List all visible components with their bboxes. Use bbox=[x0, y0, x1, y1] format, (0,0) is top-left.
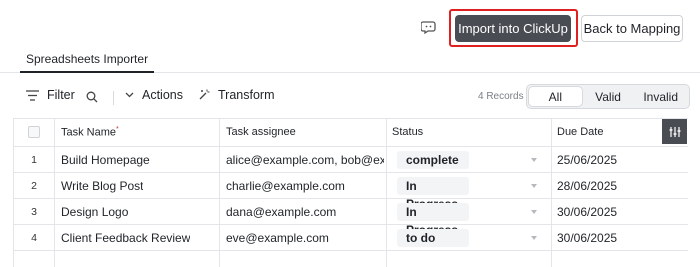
status-select[interactable]: In Progress bbox=[397, 177, 469, 211]
segment-invalid[interactable]: Invalid bbox=[634, 87, 687, 106]
top-bar: Import into ClickUp Back to Mapping bbox=[0, 0, 700, 48]
search-icon bbox=[86, 91, 98, 103]
due-date-cell[interactable]: 25/06/2025 bbox=[557, 153, 617, 167]
column-settings-button[interactable] bbox=[662, 119, 687, 144]
status-select[interactable]: complete bbox=[397, 151, 469, 169]
chevron-down-icon bbox=[125, 92, 134, 98]
actions-button[interactable]: Actions bbox=[125, 88, 183, 102]
import-into-clickup-button[interactable]: Import into ClickUp bbox=[455, 15, 571, 42]
column-header-status[interactable]: Status bbox=[392, 126, 423, 138]
task-assignee-cell[interactable]: eve@example.com bbox=[226, 231, 384, 245]
required-mark: * bbox=[116, 126, 119, 133]
search-button[interactable] bbox=[86, 91, 98, 103]
task-assignee-cell[interactable]: alice@example.com, bob@exa... bbox=[226, 153, 384, 167]
data-grid: Task Name* Task assignee Status Due Date… bbox=[13, 118, 688, 267]
status-select[interactable]: In Progress bbox=[397, 203, 469, 237]
select-all-checkbox[interactable] bbox=[28, 126, 40, 138]
row-number: 4 bbox=[31, 232, 37, 244]
back-to-mapping-button[interactable]: Back to Mapping bbox=[581, 15, 683, 42]
grid-line bbox=[14, 250, 688, 251]
transform-label: Transform bbox=[218, 88, 275, 102]
filter-lines-icon bbox=[26, 89, 39, 101]
column-header-task-assignee[interactable]: Task assignee bbox=[226, 126, 296, 138]
grid-line bbox=[386, 119, 387, 267]
due-date-cell[interactable]: 28/06/2025 bbox=[557, 179, 617, 193]
grid-line bbox=[14, 224, 688, 225]
grid-line bbox=[54, 119, 55, 267]
task-name-cell[interactable]: Write Blog Post bbox=[61, 179, 143, 193]
filter-button[interactable]: Filter bbox=[26, 88, 75, 102]
grid-line bbox=[14, 198, 688, 199]
due-date-cell[interactable]: 30/06/2025 bbox=[557, 205, 617, 219]
task-assignee-cell[interactable]: charlie@example.com bbox=[226, 179, 384, 193]
column-header-label: Task Name bbox=[61, 126, 117, 139]
row-number: 3 bbox=[31, 206, 37, 218]
grid-line bbox=[219, 119, 220, 267]
task-name-cell[interactable]: Build Homepage bbox=[61, 153, 150, 167]
column-header-due-date[interactable]: Due Date bbox=[557, 126, 603, 138]
task-name-cell[interactable]: Client Feedback Review bbox=[61, 231, 190, 245]
status-select[interactable]: to do bbox=[397, 229, 469, 247]
sliders-icon bbox=[669, 126, 680, 137]
grid-line bbox=[14, 172, 688, 173]
task-name-cell[interactable]: Design Logo bbox=[61, 205, 128, 219]
chevron-down-icon[interactable] bbox=[531, 236, 537, 240]
row-number: 2 bbox=[31, 180, 37, 192]
magic-wand-icon bbox=[199, 89, 210, 100]
column-header-task-name[interactable]: Task Name* bbox=[61, 126, 119, 139]
segment-valid[interactable]: Valid bbox=[582, 87, 635, 106]
due-date-cell[interactable]: 30/06/2025 bbox=[557, 231, 617, 245]
toolbar-divider bbox=[113, 91, 114, 105]
records-count: 4 Records bbox=[478, 91, 524, 102]
row-number: 1 bbox=[31, 154, 37, 166]
grid-line bbox=[551, 119, 552, 267]
chevron-down-icon[interactable] bbox=[531, 210, 537, 214]
tab-spreadsheets-importer[interactable]: Spreadsheets Importer bbox=[20, 51, 155, 73]
task-assignee-cell[interactable]: dana@example.com bbox=[226, 205, 384, 219]
record-filter-segmented-control: All Valid Invalid bbox=[526, 84, 690, 109]
transform-button[interactable]: Transform bbox=[198, 88, 275, 102]
actions-label: Actions bbox=[142, 88, 183, 102]
segment-all[interactable]: All bbox=[529, 87, 582, 106]
chevron-down-icon[interactable] bbox=[531, 184, 537, 188]
tab-bar: Spreadsheets Importer bbox=[0, 48, 700, 73]
chat-bubble-icon[interactable] bbox=[420, 20, 437, 35]
filter-label: Filter bbox=[47, 88, 75, 102]
chevron-down-icon[interactable] bbox=[531, 158, 537, 162]
grid-line bbox=[14, 146, 688, 147]
